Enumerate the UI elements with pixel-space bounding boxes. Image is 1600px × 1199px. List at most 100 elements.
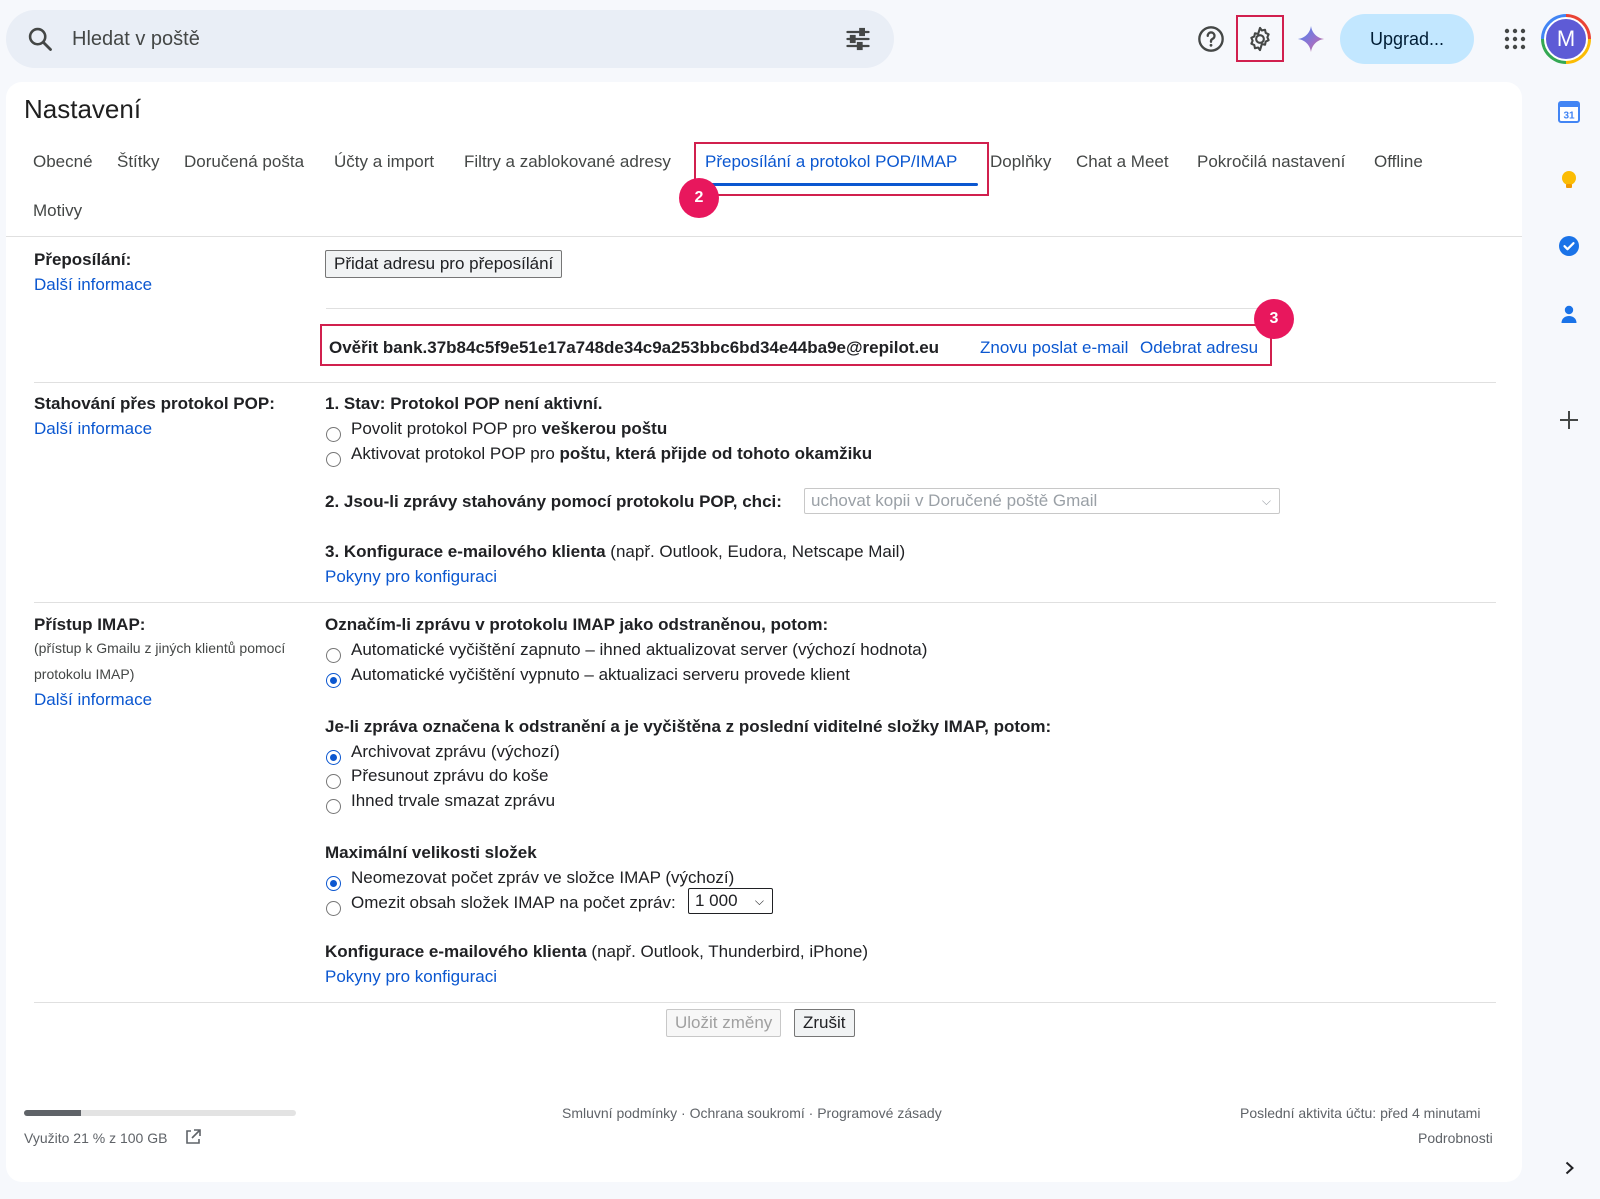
chevron-right-icon[interactable] [1551, 1150, 1587, 1186]
imap-expunge-off-radio[interactable] [326, 673, 341, 688]
annotation-badge-3: 3 [1254, 299, 1294, 339]
imap-client-config-rest: (např. Outlook, Thunderbird, iPhone) [586, 942, 868, 961]
annotation-badge-2: 2 [679, 178, 719, 218]
tab-addons[interactable]: Doplňky [990, 152, 1051, 172]
imap-limit-value: 1 000 [695, 891, 738, 910]
imap-question-2: Je-li zpráva označena k odstranění a je … [325, 717, 1052, 736]
pop-enable-all-text: Povolit protokol POP pro [351, 419, 542, 438]
pop-client-config: 3. Konfigurace e-mailového klienta (např… [325, 542, 905, 562]
contacts-icon[interactable] [1551, 296, 1587, 332]
divider [34, 1002, 1496, 1003]
imap-more-info-link[interactable]: Další informace [34, 690, 152, 710]
pop-client-config-bold: 3. Konfigurace e-mailového klienta [325, 542, 606, 561]
calendar-icon[interactable]: 31 [1551, 94, 1587, 130]
storage-usage-text: Využito 21 % z 100 GB [24, 1130, 168, 1146]
calendar-day: 31 [1563, 111, 1575, 122]
search-input[interactable] [72, 24, 772, 54]
imap-question-3: Maximální velikosti složek [325, 843, 537, 862]
imap-question-1: Označím-li zprávu v protokolu IMAP jako … [325, 615, 829, 634]
help-icon[interactable] [1191, 19, 1231, 59]
pop-action-value: uchovat kopii v Doručené poště Gmail [811, 491, 1098, 510]
tab-themes[interactable]: Motivy [33, 201, 82, 221]
google-apps-icon[interactable] [1495, 19, 1535, 59]
imap-archive-radio[interactable] [326, 750, 341, 765]
pop-status: 1. Stav: Protokol POP není aktivní. [325, 394, 603, 413]
imap-limit-radio[interactable] [326, 901, 341, 916]
imap-no-limit-radio[interactable] [326, 876, 341, 891]
imap-delete-radio[interactable] [326, 799, 341, 814]
side-panel: 31 [1538, 78, 1600, 1199]
upgrade-button[interactable]: Upgrad... [1340, 14, 1474, 64]
resend-email-link[interactable]: Znovu poslat e-mail [980, 338, 1128, 358]
imap-expunge-on-radio[interactable] [326, 648, 341, 663]
chevron-down-icon: ⌵ [1261, 494, 1271, 508]
save-changes-button[interactable]: Uložit změny [666, 1009, 782, 1037]
forwarding-label: Přeposílání: [34, 250, 132, 269]
pop-enable-all-radio[interactable] [326, 427, 341, 442]
account-avatar[interactable]: M [1541, 14, 1591, 64]
imap-trash-label: Přesunout zprávu do koše [351, 766, 549, 785]
active-tab-indicator [704, 183, 978, 186]
pop-more-info-link[interactable]: Další informace [34, 419, 152, 439]
imap-expunge-on-label: Automatické vyčištění zapnuto – ihned ak… [351, 640, 928, 659]
forwarding-more-info-link[interactable]: Další informace [34, 275, 152, 295]
tasks-icon[interactable] [1551, 228, 1587, 264]
imap-client-config: Konfigurace e-mailového klienta (např. O… [325, 942, 868, 962]
imap-trash-radio[interactable] [326, 774, 341, 789]
gear-icon[interactable] [1240, 19, 1280, 59]
verify-address-text: Ověřit bank.37b84c5f9e51e17a748de34c9a25… [329, 338, 940, 357]
imap-limit-label: Omezit obsah složek IMAP na počet zpráv: [351, 893, 676, 912]
tab-accounts[interactable]: Účty a import [334, 152, 434, 172]
avatar-letter: M [1544, 17, 1588, 61]
tab-forwarding-pop-imap[interactable]: Přeposílání a protokol POP/IMAP [705, 152, 957, 172]
search-options-icon[interactable] [844, 25, 872, 53]
imap-archive-label: Archivovat zprávu (výchozí) [351, 742, 560, 761]
tab-chat-meet[interactable]: Chat a Meet [1076, 152, 1169, 172]
pop-enable-all-bold: veškerou poštu [541, 419, 668, 438]
divider [34, 602, 1496, 603]
divider [6, 236, 1522, 237]
imap-config-instructions-link[interactable]: Pokyny pro konfiguraci [325, 967, 497, 987]
imap-no-limit-label: Neomezovat počet zpráv ve složce IMAP (v… [351, 868, 735, 887]
page-title: Nastavení [24, 94, 142, 124]
tab-advanced[interactable]: Pokročilá nastavení [1197, 152, 1345, 172]
remove-address-link[interactable]: Odebrat adresu [1140, 338, 1258, 358]
footer-policy-links[interactable]: Smluvní podmínky · Ochrana soukromí · Pr… [562, 1105, 942, 1121]
open-external-icon[interactable] [184, 1128, 202, 1146]
pop-enable-new-label: Aktivovat protokol POP pro poštu, která … [351, 444, 872, 464]
pop-enable-new-bold: poštu, která přijde od tohoto okamžiku [559, 444, 873, 463]
storage-usage-fill [24, 1110, 82, 1116]
pop-enable-new-text: Aktivovat protokol POP pro [351, 444, 560, 463]
top-bar: 1 Upgrad... M [0, 0, 1600, 122]
keep-icon[interactable] [1551, 162, 1587, 198]
divider [34, 382, 1496, 383]
search-bar[interactable] [6, 10, 894, 68]
tab-labels[interactable]: Štítky [117, 152, 160, 172]
cancel-button[interactable]: Zrušit [794, 1009, 855, 1037]
imap-limit-select[interactable]: 1 000 ⌵ [688, 888, 773, 914]
chevron-down-icon: ⌵ [754, 894, 764, 908]
last-activity-text: Poslední aktivita účtu: před 4 minutami [1240, 1105, 1481, 1121]
pop-label: Stahování přes protokol POP: [34, 394, 275, 413]
add-forwarding-address-button[interactable]: Přidat adresu pro přeposílání [325, 250, 563, 278]
tab-offline[interactable]: Offline [1374, 152, 1423, 172]
tab-general[interactable]: Obecné [33, 152, 93, 172]
storage-usage-bar [24, 1110, 296, 1116]
imap-expunge-off-label: Automatické vyčištění vypnuto – aktualiz… [351, 665, 850, 684]
pop-question-2: 2. Jsou-li zprávy stahovány pomocí proto… [325, 492, 782, 511]
search-icon[interactable] [26, 25, 54, 53]
pop-enable-new-radio[interactable] [326, 452, 341, 467]
imap-client-config-bold: Konfigurace e-mailového klienta [325, 942, 587, 961]
tab-filters[interactable]: Filtry a zablokované adresy [464, 152, 671, 172]
imap-sublabel: (přístup k Gmailu z jiných klientů pomoc… [34, 640, 286, 682]
imap-label: Přístup IMAP: [34, 615, 146, 634]
activity-details-link[interactable]: Podrobnosti [1418, 1130, 1493, 1146]
pop-enable-all-label: Povolit protokol POP pro veškerou poštu [351, 419, 667, 439]
imap-delete-label: Ihned trvale smazat zprávu [351, 791, 556, 810]
pop-action-select[interactable]: uchovat kopii v Doručené poště Gmail ⌵ [804, 488, 1280, 514]
tab-inbox[interactable]: Doručená pošta [184, 152, 304, 172]
gemini-spark-icon[interactable] [1291, 19, 1331, 59]
add-addon-icon[interactable] [1551, 402, 1587, 438]
divider [326, 308, 1276, 309]
pop-config-instructions-link[interactable]: Pokyny pro konfiguraci [325, 567, 497, 587]
